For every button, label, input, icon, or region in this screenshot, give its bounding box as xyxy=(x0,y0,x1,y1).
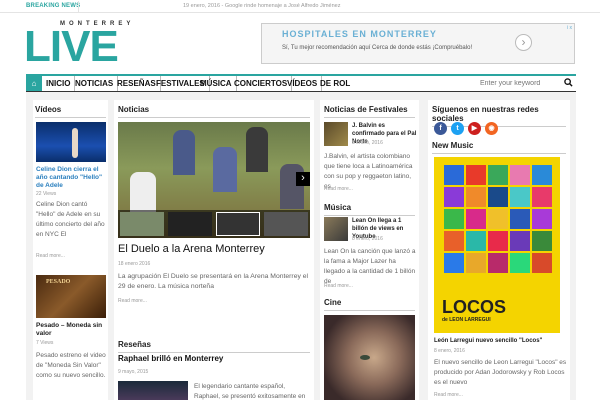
section-heading: Noticias xyxy=(118,105,310,118)
slider-next-icon[interactable]: › xyxy=(296,172,310,186)
ad-arrow-icon[interactable]: › xyxy=(515,34,532,51)
video-title[interactable]: Celine Dion cierra el año cantando "Hell… xyxy=(36,166,108,190)
new-music-date: 8 enero, 2016 xyxy=(434,348,465,354)
music-date: 8 enero, 2016 xyxy=(352,236,383,242)
main-navigation: ⌂ INICIO NOTICIAS RESEÑAS FESTIVALES MÚS… xyxy=(26,74,576,92)
rss-icon[interactable]: ◉ xyxy=(485,122,498,135)
logo-subtitle: MONTERREY xyxy=(60,21,135,27)
cine-image[interactable] xyxy=(324,315,415,400)
section-heading: Música xyxy=(324,203,415,216)
video-thumbnail[interactable] xyxy=(36,122,106,162)
read-more-link[interactable]: Read more... xyxy=(118,298,147,304)
review-thumbnail[interactable] xyxy=(118,381,188,400)
video-title[interactable]: Pesado – Moneda sin valor xyxy=(36,322,108,338)
divider xyxy=(78,1,79,12)
breaking-news-label: BREAKING NEWS xyxy=(26,3,81,9)
section-heading: Cine xyxy=(324,298,415,311)
video-views: 22 Views xyxy=(36,191,57,197)
album-artist: de LEON LARREGUI xyxy=(442,317,491,323)
new-music-title[interactable]: León Larregui nuevo sencillo "Locos" xyxy=(434,337,568,345)
logo-text: LIVE xyxy=(24,22,119,71)
sidebar-column: Síguenos en nuestras redes sociales f t … xyxy=(428,100,570,400)
featured-image-slider[interactable]: › xyxy=(118,122,310,238)
featured-date: 18 enero 2016 xyxy=(118,261,151,267)
album-title: LOCOS xyxy=(442,297,507,317)
festival-thumbnail[interactable] xyxy=(324,122,348,146)
section-heading: New Music xyxy=(432,141,566,154)
ad-title: HOSPITALES EN MONTERREY xyxy=(282,29,437,39)
read-more-link[interactable]: Read more... xyxy=(324,283,353,289)
new-music-excerpt: El nuevo sencillo de Leon Larregui "Loco… xyxy=(434,359,567,386)
twitter-icon[interactable]: t xyxy=(451,122,464,135)
read-more-link[interactable]: Read more... xyxy=(36,253,65,259)
featured-excerpt: La agrupación El Duelo se presentará en … xyxy=(118,273,309,290)
site-logo[interactable]: LIVE xyxy=(24,22,119,72)
read-more-link[interactable]: Read more... xyxy=(434,392,463,398)
festival-date: 8 enero, 2016 xyxy=(352,140,383,146)
review-title[interactable]: Raphael brilló en Monterrey xyxy=(118,355,223,363)
ad-info-icon[interactable]: i x xyxy=(567,25,572,31)
music-excerpt: Lean On la canción que lanzó a la fama a… xyxy=(324,248,416,285)
festivales-column: Noticias de Festivales J. Balvin es conf… xyxy=(320,100,419,400)
videos-column: Vídeos Celine Dion cierra el año cantand… xyxy=(33,100,108,400)
advertisement-banner[interactable]: HOSPITALES EN MONTERREY Sí, Tu mejor rec… xyxy=(261,23,575,64)
nav-item-noticias[interactable]: NOTICIAS xyxy=(71,76,119,91)
section-heading: Vídeos xyxy=(35,105,106,118)
facebook-icon[interactable]: f xyxy=(434,122,447,135)
video-thumbnail[interactable]: PESADO xyxy=(36,275,106,318)
news-ticker[interactable]: 19 enero, 2016 - Google rinde homenaje a… xyxy=(183,3,340,9)
section-heading: Noticias de Festivales xyxy=(324,105,415,118)
music-thumbnail[interactable] xyxy=(324,217,348,241)
youtube-icon[interactable]: ▶ xyxy=(468,122,481,135)
ad-text: Sí, Tu mejor recomendación aquí Cerca de… xyxy=(282,45,473,51)
section-heading: Reseñas xyxy=(118,340,310,353)
video-views: 7 Views xyxy=(36,340,54,346)
featured-title[interactable]: El Duelo a la Arena Monterrey xyxy=(118,243,265,256)
album-cover[interactable]: LOCOS de LEON LARREGUI xyxy=(434,157,560,333)
home-icon[interactable]: ⌂ xyxy=(26,76,42,91)
nav-item-de-rol[interactable]: DE ROL xyxy=(316,76,354,91)
read-more-link[interactable]: Read more... xyxy=(324,186,353,192)
noticias-column: Noticias › El Duelo a la Arena Monterrey… xyxy=(114,100,314,400)
video-excerpt: Pesado estreno el video de "Moneda Sin V… xyxy=(36,352,106,379)
album-cover-pattern xyxy=(444,165,552,273)
review-date: 9 mayo, 2015 xyxy=(118,369,149,375)
search-icon[interactable] xyxy=(564,78,573,89)
review-excerpt: El legendario cantante español, Raphael,… xyxy=(194,383,306,400)
video-excerpt: Celine Dion cantó "Hello" de Adele en su… xyxy=(36,201,105,238)
search-input[interactable] xyxy=(480,77,574,90)
